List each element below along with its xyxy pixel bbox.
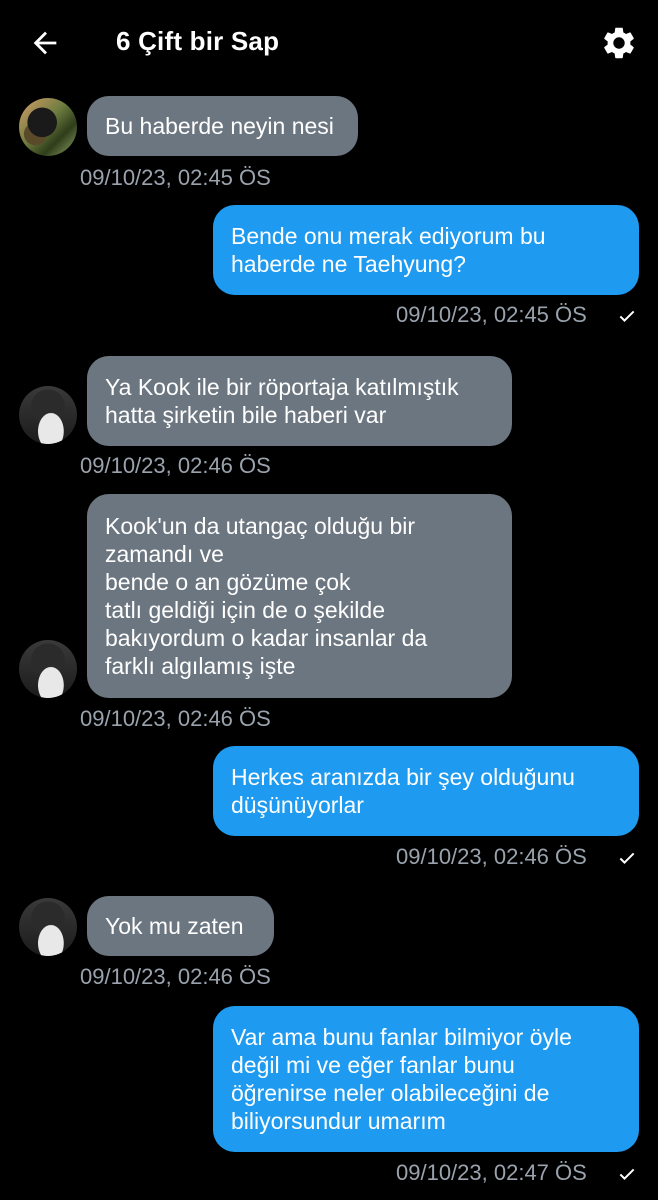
message-timestamp: 09/10/23, 02:47 ÖS xyxy=(396,1160,587,1185)
message-bubble[interactable]: Var ama bunu fanlar bilmiyor öyle değil … xyxy=(213,1006,639,1152)
message-bubble[interactable]: Ya Kook ile bir röportaja katılmıştık ha… xyxy=(87,356,512,446)
gear-icon[interactable] xyxy=(600,24,638,62)
message-bubble[interactable]: Bende onu merak ediyorum bu haberde ne T… xyxy=(213,205,639,295)
avatar[interactable] xyxy=(19,898,77,956)
avatar[interactable] xyxy=(19,386,77,444)
chat-title: 6 Çift bir Sap xyxy=(116,26,280,56)
read-check-icon xyxy=(619,852,635,864)
read-check-icon xyxy=(619,1168,635,1180)
message-bubble[interactable]: Herkes aranızda bir şey olduğunu düşünüy… xyxy=(213,746,639,836)
arrow-left-icon[interactable] xyxy=(28,26,62,60)
read-check-icon xyxy=(619,310,635,322)
message-timestamp: 09/10/23, 02:46 ÖS xyxy=(80,706,271,731)
avatar[interactable] xyxy=(19,98,77,156)
message-bubble[interactable]: Bu haberde neyin nesi xyxy=(87,96,358,156)
message-bubble[interactable]: Yok mu zaten xyxy=(87,896,274,956)
avatar[interactable] xyxy=(19,640,77,698)
message-timestamp: 09/10/23, 02:46 ÖS xyxy=(80,964,271,989)
message-timestamp: 09/10/23, 02:46 ÖS xyxy=(80,453,271,478)
message-timestamp: 09/10/23, 02:45 ÖS xyxy=(396,302,587,327)
message-bubble[interactable]: Kook'un da utangaç olduğu bir zamandı ve… xyxy=(87,494,512,698)
message-timestamp: 09/10/23, 02:46 ÖS xyxy=(396,844,587,869)
message-timestamp: 09/10/23, 02:45 ÖS xyxy=(80,165,271,190)
chat-header: 6 Çift bir Sap xyxy=(0,0,658,84)
